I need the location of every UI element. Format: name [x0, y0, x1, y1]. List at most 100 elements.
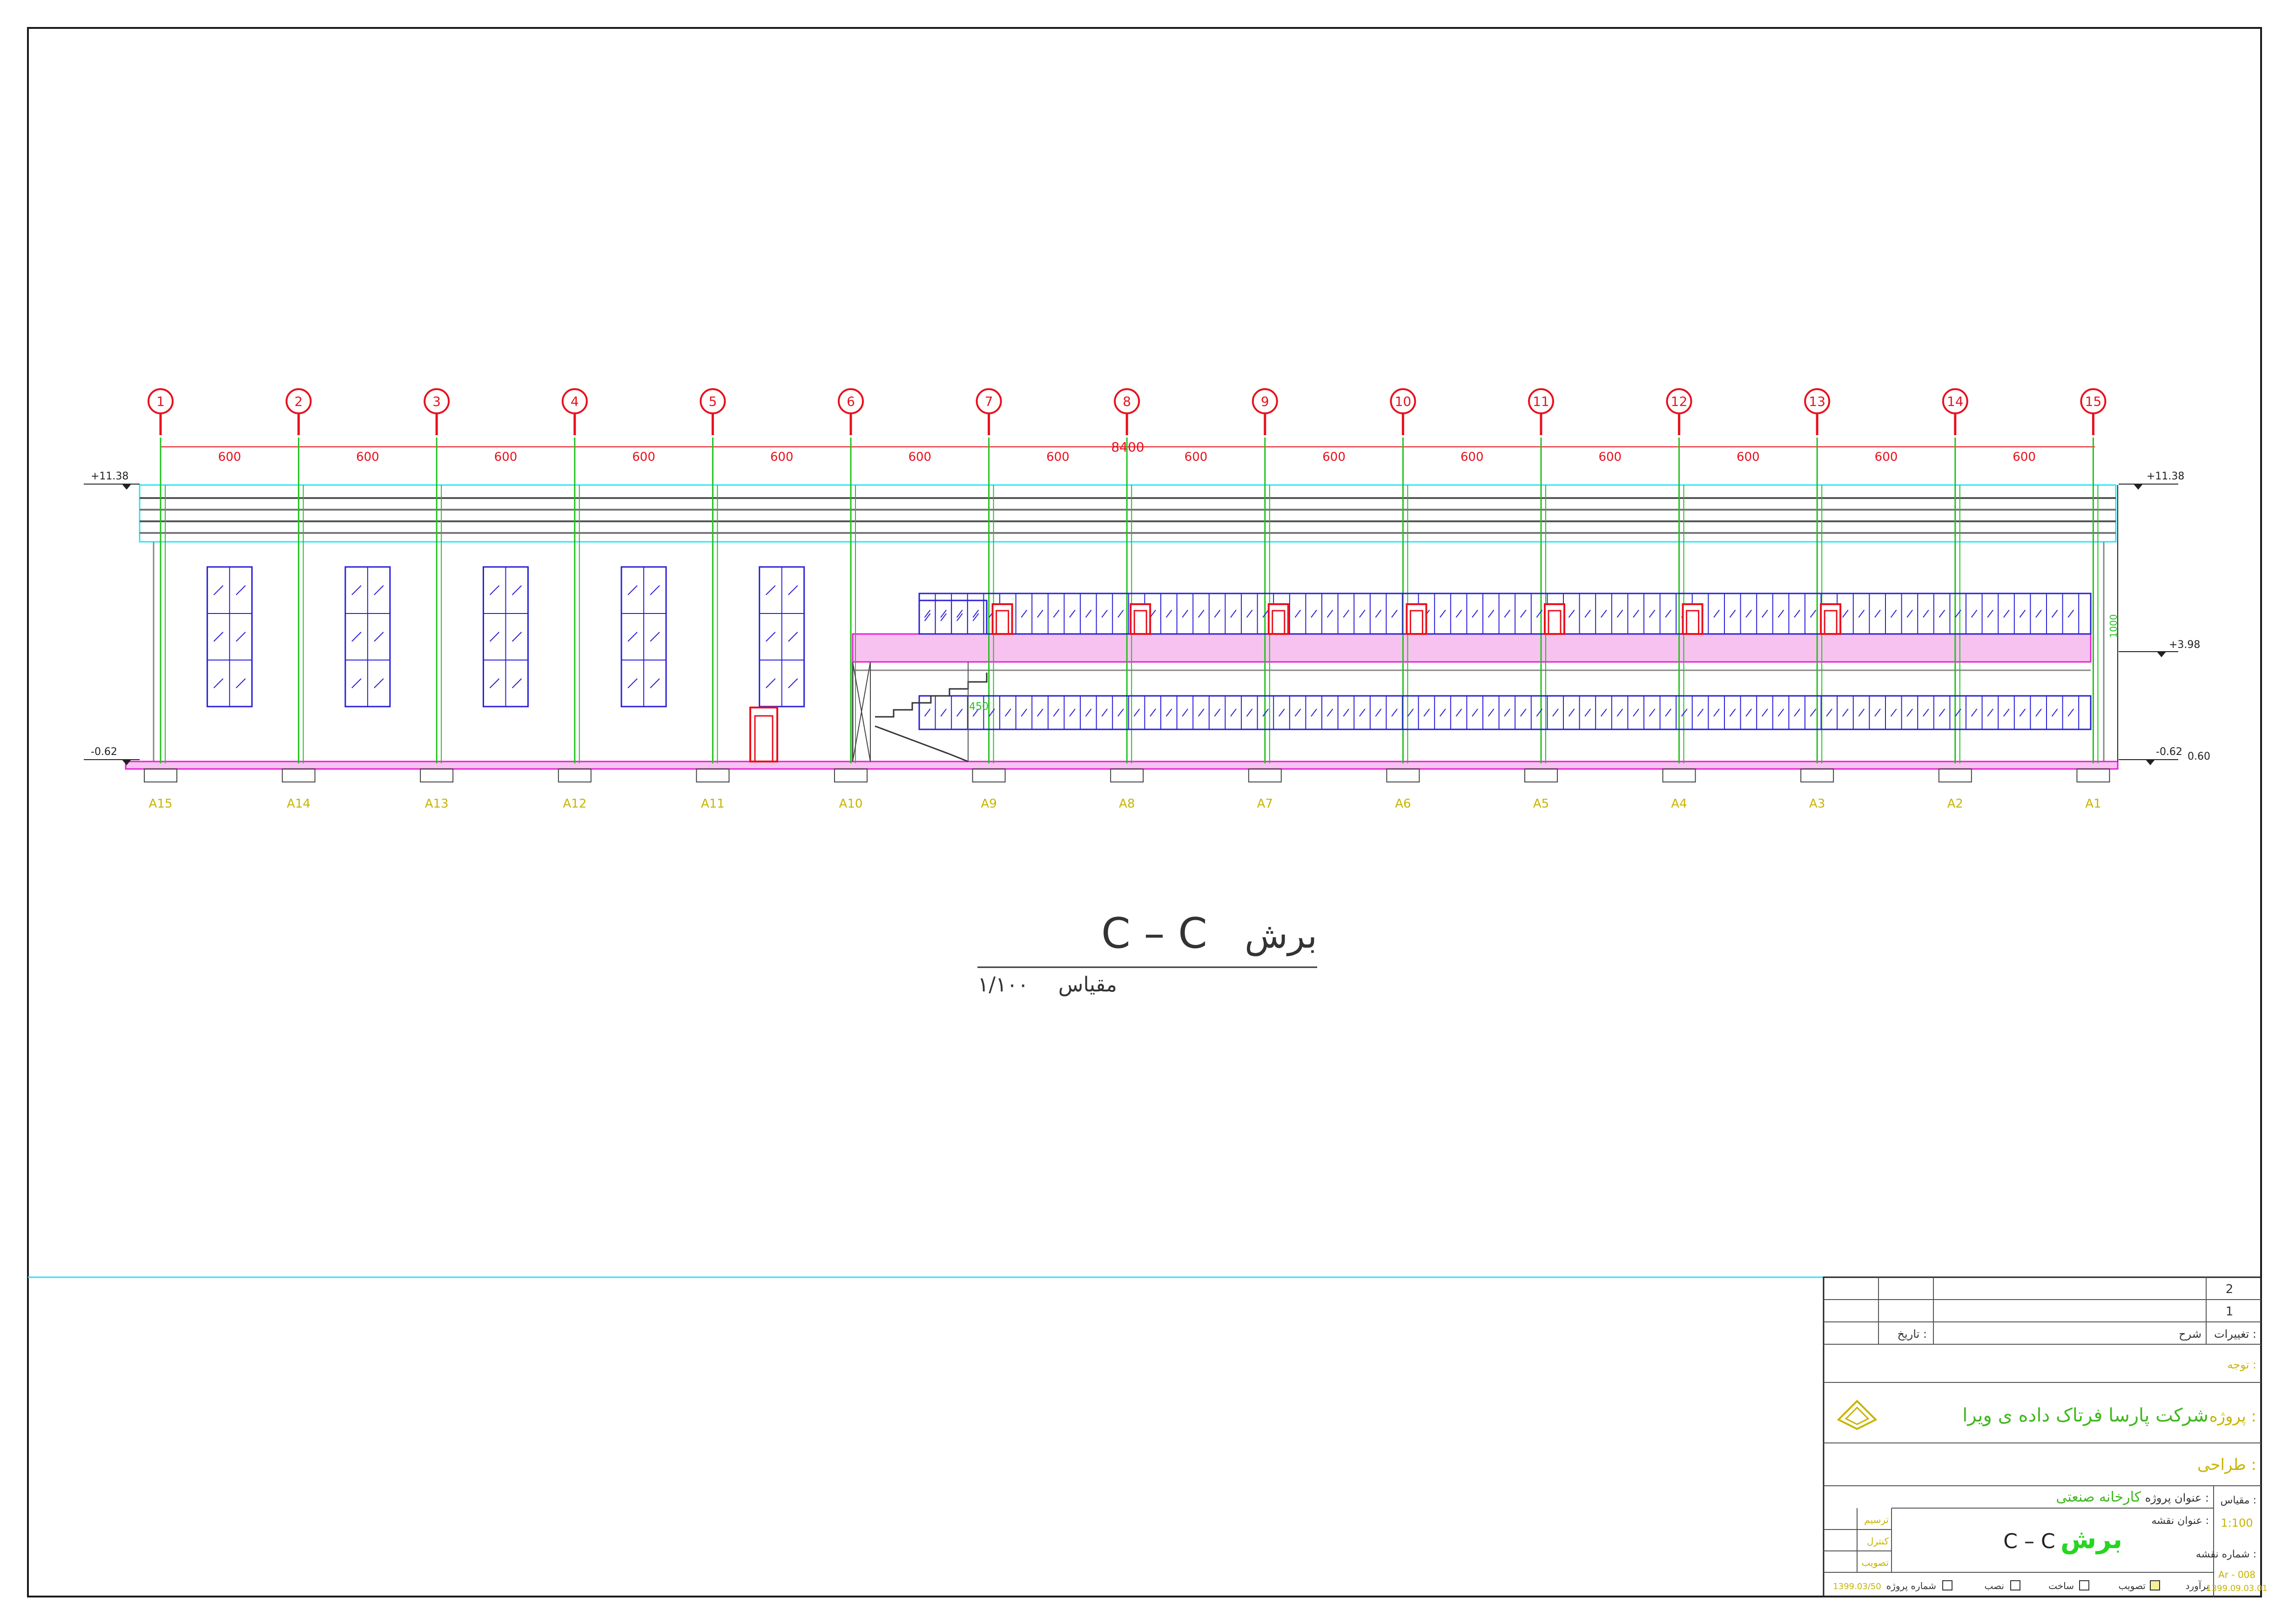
bay-label: A9 [981, 797, 996, 811]
sheet-title-value: C – C [2003, 1530, 2055, 1553]
bay-dimension: 600 [1737, 450, 1760, 464]
bay-label: A15 [149, 797, 173, 811]
drawn-label: ترسیم [1864, 1514, 1889, 1525]
designer-label: طراحی : [2197, 1456, 2256, 1474]
grid-marker-number: 1 [156, 394, 165, 409]
mezzanine-door-frame [1682, 603, 1703, 635]
bay-dimension: 600 [1185, 450, 1208, 464]
stair-note: 450 [969, 701, 989, 713]
bay-dimension: 600 [908, 450, 931, 464]
sheet-date: 1399.09.03.01 [2206, 1584, 2268, 1593]
total-dimension: 8400 [1111, 439, 1144, 455]
bay-label: A11 [701, 797, 725, 811]
bay-label: A4 [1671, 797, 1687, 811]
scale-value: 1:100 [2221, 1516, 2253, 1530]
revision-1: 1 [2226, 1305, 2234, 1319]
description-label: شرح [2179, 1328, 2201, 1341]
bay-label: A5 [1533, 797, 1549, 811]
grid-marker-number: 15 [2085, 394, 2102, 409]
bay-label: A3 [1809, 797, 1825, 811]
grid-marker-number: 6 [847, 394, 855, 409]
level-bottom-right-2: 0.60 [2188, 751, 2210, 762]
level-bottom-right-1: -0.62 [2156, 746, 2182, 758]
status-construction: ساخت [2048, 1580, 2074, 1591]
bay-dimension: 600 [494, 450, 518, 464]
grid-marker-number: 3 [432, 394, 441, 409]
sheet-background [0, 0, 2289, 1624]
bay-label: A7 [1257, 797, 1273, 811]
status-approval-checkbox[interactable] [2079, 1580, 2089, 1590]
bay-label: A12 [563, 797, 586, 811]
bay-dimension: 600 [632, 450, 655, 464]
mezzanine-door-frame [1267, 603, 1289, 635]
level-top-left: +11.38 [91, 471, 128, 482]
mezzanine-door-frame [1406, 603, 1427, 635]
bay-label: A13 [425, 797, 449, 811]
bay-label: A2 [1947, 797, 1963, 811]
bay-dimension: 600 [356, 450, 379, 464]
scale-label: مقیاس : [2220, 1495, 2256, 1506]
bay-label: A8 [1119, 797, 1135, 811]
mezzanine-slab [852, 633, 2092, 663]
project-number-value: 1399.03/50 [1833, 1582, 1881, 1591]
bay-dimension: 600 [1598, 450, 1622, 464]
grid-marker-number: 10 [1395, 394, 1412, 409]
bay-dimension: 600 [1875, 450, 1898, 464]
approved-label: تصویب [1862, 1557, 1889, 1568]
grid-marker-number: 11 [1533, 394, 1549, 409]
bay-dimension: 600 [2013, 450, 2036, 464]
bay-dimension: 600 [770, 450, 794, 464]
notes-label: توجه : [2228, 1358, 2257, 1371]
project-title-label: عنوان پروژه : [2145, 1491, 2209, 1504]
bay-label: A14 [287, 797, 310, 811]
bay-label: A10 [839, 797, 863, 811]
grid-marker-number: 12 [1671, 394, 1688, 409]
level-top-right: +11.38 [2147, 471, 2184, 482]
grid-marker-number: 9 [1261, 394, 1269, 409]
bay-label: A1 [2085, 797, 2101, 811]
section-word: برش [1245, 915, 1317, 957]
sheet-title-label: عنوان نقشه : [2152, 1515, 2209, 1527]
bay-dimension: 600 [1322, 450, 1346, 464]
mezzanine-door-frame [1544, 603, 1565, 635]
grid-marker-number: 13 [1809, 394, 1825, 409]
scale-word: مقیاس [1058, 973, 1117, 997]
status-preliminary: برآورد [2186, 1580, 2209, 1591]
status-installation: نصب [1984, 1580, 2004, 1591]
bay-label: A6 [1395, 797, 1411, 811]
sheet-title-word: برش [2060, 1524, 2122, 1555]
company-name: شرکت پارسا فرتاک داده ی ویرا [1962, 1405, 2208, 1426]
status-preliminary-checkbox[interactable] [2150, 1580, 2160, 1590]
revision-2: 2 [2226, 1282, 2234, 1296]
changes-label: تغییرات : [2214, 1328, 2256, 1341]
mezzanine-door-frame [1820, 603, 1842, 635]
bay-dimension: 600 [218, 450, 241, 464]
height-note: 1000 [2108, 614, 2119, 638]
section-label: C – C [1101, 909, 1207, 958]
checked-label: کنترل [1867, 1536, 1889, 1547]
mezzanine-door-frame [991, 603, 1013, 635]
date-label: تاریخ : [1898, 1328, 1927, 1341]
project-number-label: شماره پروژه [1886, 1580, 1936, 1592]
level-mid-right: +3.98 [2169, 639, 2200, 651]
drawing-sheet: 8400 1 2 3 4 5 6 7 8 9 10 11 12 13 14 15 600 600 600 600 6… [0, 0, 2289, 1624]
level-bottom-left: -0.62 [91, 746, 117, 758]
bay-dimension: 600 [1461, 450, 1484, 464]
project-title-value: کارخانه صنعتی [2056, 1489, 2141, 1505]
status-installation-checkbox[interactable] [1942, 1580, 1952, 1590]
sheet-number-value: Ar - 008 [2218, 1569, 2255, 1580]
bay-dimension: 600 [1046, 450, 1070, 464]
grid-marker-number: 5 [708, 394, 717, 409]
owner-label: پروژه : [2209, 1407, 2256, 1426]
grid-marker-number: 14 [1947, 394, 1964, 409]
scale-value: ۱/۱۰۰ [978, 973, 1029, 997]
grid-marker-number: 4 [571, 394, 579, 409]
status-approval: تصویب [2119, 1580, 2146, 1591]
grid-marker-number: 2 [295, 394, 303, 409]
ground-slab [125, 761, 2119, 770]
sheet-number-label: شماره نقشه : [2196, 1549, 2256, 1560]
grid-marker-number: 8 [1123, 394, 1131, 409]
status-construction-checkbox[interactable] [2010, 1580, 2020, 1590]
mezzanine-door-frame [1130, 603, 1151, 635]
grid-marker-number: 7 [985, 394, 993, 409]
